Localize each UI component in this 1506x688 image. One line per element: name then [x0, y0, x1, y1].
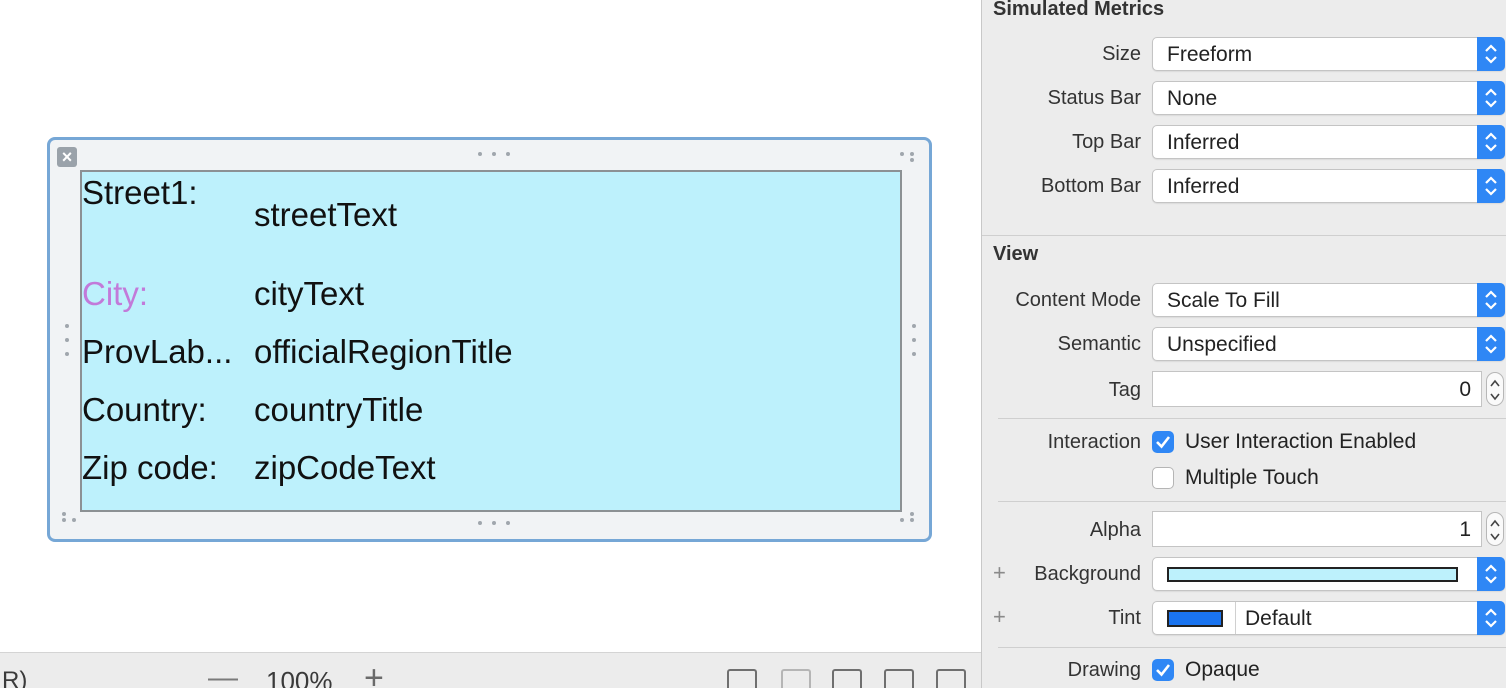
semantic-value: Unspecified: [1167, 333, 1277, 356]
tint-label: Tint: [1108, 607, 1141, 629]
size-popup[interactable]: Freeform: [1152, 37, 1505, 71]
semantic-label: Semantic: [1057, 333, 1141, 355]
size-value: Freeform: [1167, 43, 1253, 66]
zoom-out-button[interactable]: —: [208, 661, 238, 688]
simulated-metrics-title: Simulated Metrics: [993, 0, 1165, 20]
add-constraints-icon[interactable]: [884, 669, 914, 688]
resize-handle-bottom[interactable]: [478, 521, 510, 527]
tag-field[interactable]: 0: [1152, 371, 1482, 407]
popup-arrows-icon: [1477, 283, 1505, 317]
status-bar-label: Status Bar: [1047, 87, 1141, 109]
tint-color-popup[interactable]: Default: [1152, 601, 1505, 635]
add-background-variation-icon[interactable]: +: [993, 560, 1006, 586]
resize-handle-right[interactable]: [911, 324, 917, 356]
bottom-bar-value: Inferred: [1167, 175, 1240, 198]
prov-text[interactable]: officialRegionTitle: [254, 333, 513, 371]
top-bar-label: Top Bar: [1072, 131, 1141, 153]
resize-handle-top[interactable]: [478, 152, 510, 158]
embed-in-stack-icon[interactable]: [781, 669, 811, 688]
popup-arrows-icon: [1477, 327, 1505, 361]
section-divider: [998, 647, 1506, 648]
status-bar-popup[interactable]: None: [1152, 81, 1505, 115]
close-icon[interactable]: ×: [57, 147, 77, 167]
zip-label[interactable]: Zip code:: [82, 449, 218, 487]
resize-handle-top-right[interactable]: [900, 152, 914, 162]
section-divider: [998, 418, 1506, 419]
popup-arrows-icon: [1477, 37, 1505, 71]
bottom-bar-label: Bottom Bar: [1040, 175, 1141, 197]
content-mode-label: Content Mode: [1015, 289, 1141, 311]
user-interaction-checkbox[interactable]: [1152, 431, 1174, 453]
tag-stepper[interactable]: [1486, 372, 1504, 406]
attributes-inspector: Simulated Metrics Size Freeform Status B…: [981, 0, 1506, 688]
alpha-value: 1: [1459, 518, 1471, 541]
user-interaction-label[interactable]: User Interaction Enabled: [1185, 430, 1416, 454]
popup-arrows-icon: [1477, 557, 1505, 591]
popup-arrows-icon: [1477, 125, 1505, 159]
popup-arrows-icon: [1477, 81, 1505, 115]
alpha-stepper[interactable]: [1486, 512, 1504, 546]
checkmark-icon: [1156, 436, 1171, 449]
resize-handle-bottom-left[interactable]: [62, 512, 76, 522]
view-section-title: View: [993, 243, 1039, 265]
popup-arrows-icon: [1477, 169, 1505, 203]
semantic-popup[interactable]: Unspecified: [1152, 327, 1505, 361]
interaction-label: Interaction: [1047, 431, 1141, 453]
zoom-level[interactable]: 100%: [266, 666, 333, 688]
tag-label: Tag: [1108, 379, 1141, 401]
resize-handle-bottom-right[interactable]: [900, 512, 914, 522]
storyboard-canvas[interactable]: × Street1: streetText City: cityText Pro…: [0, 0, 981, 688]
country-text[interactable]: countryTitle: [254, 391, 423, 429]
resize-handle-left[interactable]: [64, 324, 70, 356]
view-controller-scene[interactable]: × Street1: streetText City: cityText Pro…: [47, 137, 932, 542]
alpha-label: Alpha: [1089, 519, 1141, 541]
size-label: Size: [1102, 43, 1141, 65]
opaque-checkbox[interactable]: [1152, 659, 1174, 681]
tint-value: Default: [1245, 607, 1312, 630]
checkmark-icon: [1156, 664, 1171, 677]
city-text[interactable]: cityText: [254, 275, 364, 313]
multiple-touch-label[interactable]: Multiple Touch: [1185, 466, 1319, 490]
top-bar-value: Inferred: [1167, 131, 1240, 154]
tag-value: 0: [1459, 378, 1471, 401]
street-text[interactable]: streetText: [254, 196, 397, 234]
section-divider: [982, 235, 1506, 236]
content-mode-value: Scale To Fill: [1167, 289, 1280, 312]
content-mode-popup[interactable]: Scale To Fill: [1152, 283, 1505, 317]
content-view[interactable]: Street1: streetText City: cityText ProvL…: [80, 170, 902, 512]
background-color-swatch: [1167, 567, 1458, 582]
background-color-popup[interactable]: [1152, 557, 1505, 591]
tint-divider: [1235, 602, 1236, 634]
opaque-label[interactable]: Opaque: [1185, 658, 1260, 682]
background-label: Background: [1034, 563, 1141, 585]
add-tint-variation-icon[interactable]: +: [993, 604, 1006, 630]
device-config-fragment[interactable]: R): [2, 667, 27, 688]
tint-color-swatch: [1167, 610, 1223, 627]
zip-text[interactable]: zipCodeText: [254, 449, 436, 487]
resolve-issues-icon[interactable]: [936, 669, 966, 688]
update-frames-icon[interactable]: [727, 669, 757, 688]
zoom-in-button[interactable]: +: [364, 659, 384, 688]
bottom-bar-popup[interactable]: Inferred: [1152, 169, 1505, 203]
canvas-bottom-bar: R) — 100% +: [0, 652, 981, 688]
top-bar-popup[interactable]: Inferred: [1152, 125, 1505, 159]
city-label[interactable]: City:: [82, 275, 148, 313]
alpha-field[interactable]: 1: [1152, 511, 1482, 547]
popup-arrows-icon: [1477, 601, 1505, 635]
align-icon[interactable]: [832, 669, 862, 688]
prov-label[interactable]: ProvLab...: [82, 333, 232, 371]
status-bar-value: None: [1167, 87, 1218, 110]
drawing-label: Drawing: [1067, 659, 1141, 681]
multiple-touch-checkbox[interactable]: [1152, 467, 1174, 489]
section-divider: [998, 501, 1506, 502]
country-label[interactable]: Country:: [82, 391, 207, 429]
street-label[interactable]: Street1:: [82, 174, 198, 212]
